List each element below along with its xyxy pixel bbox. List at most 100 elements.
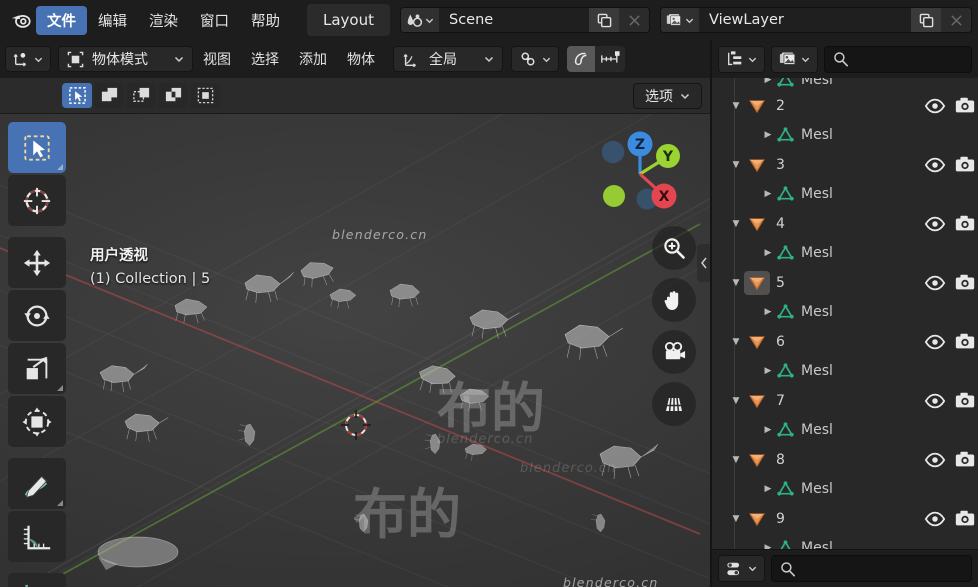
triangle-right-icon[interactable]: ▶ [760,366,776,376]
camera-view-icon[interactable] [652,330,696,374]
zoom-in-icon[interactable] [652,226,696,270]
proportional-edit-icon[interactable] [567,46,595,72]
eye-visibility-icon[interactable] [924,331,946,353]
outliner-filter-selector[interactable] [771,45,818,73]
camera-render-icon[interactable] [954,508,976,530]
menu-render[interactable]: 渲染 [138,6,189,35]
select-subtract-icon[interactable] [126,83,156,108]
viewport-options-button[interactable]: 选项 [633,82,702,109]
scene-close-icon[interactable] [619,8,649,32]
eye-visibility-icon[interactable] [924,213,946,235]
triangle-down-icon[interactable]: ▼ [728,396,744,406]
viewlayer-name[interactable]: ViewLayer [699,8,911,32]
eye-visibility-icon[interactable] [924,95,946,117]
eye-visibility-icon[interactable] [924,154,946,176]
properties-search-input[interactable] [771,555,972,582]
table-row[interactable]: ▼ 4 [712,209,978,239]
eye-visibility-icon[interactable] [924,390,946,412]
navigation-gizmo[interactable]: Z Y X [592,126,688,222]
viewport-canvas[interactable]: 用户透视 (1) Collection | 5 blenderco.cn ble… [0,114,710,587]
menu-file[interactable]: 文件 [36,5,87,35]
transform-orientation-selector[interactable]: 全局 [393,46,503,72]
tweak-select-box-icon[interactable] [8,122,66,173]
mesh-object-icon[interactable] [744,509,770,529]
camera-render-icon[interactable] [954,390,976,412]
camera-render-icon[interactable] [954,95,976,117]
camera-render-icon[interactable] [954,331,976,353]
mode-selector[interactable]: 物体模式 [58,46,193,72]
triangle-right-icon[interactable]: ▶ [760,543,776,549]
cursor-tool-icon[interactable] [8,175,66,226]
select-intersect-icon[interactable] [190,83,220,108]
mesh-object-icon[interactable] [744,450,770,470]
table-row[interactable]: ▼ 2 [712,91,978,121]
menu-edit[interactable]: 编辑 [87,6,138,35]
list-item[interactable]: ▶ Mesl [712,475,978,505]
triangle-down-icon[interactable]: ▼ [728,455,744,465]
triangle-down-icon[interactable]: ▼ [728,219,744,229]
mesh-object-icon[interactable] [744,391,770,411]
mesh-object-icon[interactable] [744,155,770,175]
list-item[interactable]: ▶ Mesl [712,239,978,269]
transform-tool-icon[interactable] [8,396,66,447]
scale-tool-icon[interactable] [8,343,66,394]
triangle-down-icon[interactable]: ▼ [728,337,744,347]
viewlayer-close-icon[interactable] [941,8,971,32]
table-row[interactable]: ▼ 7 [712,386,978,416]
viewlayer-selector[interactable]: ViewLayer [660,7,972,33]
scene-selector[interactable]: Scene [400,7,650,33]
toggle-perspective-icon[interactable] [652,382,696,426]
workspace-tab-layout[interactable]: Layout [307,4,390,36]
viewlayer-copy-icon[interactable] [911,8,941,32]
scene-icon[interactable] [401,8,439,32]
outliner-tree[interactable]: ▶ Mesl ▼ 2 ▶ Mesl ▼ 3 ▶ Mesl ▼ 4 ▶ Mesl … [712,78,978,549]
viewport-menu-add[interactable]: 添加 [289,45,337,73]
triangle-right-icon[interactable]: ▶ [760,189,776,199]
triangle-down-icon[interactable]: ▼ [728,278,744,288]
triangle-right-icon[interactable]: ▶ [760,425,776,435]
list-item[interactable]: ▶ Mesl [712,298,978,328]
mesh-object-icon[interactable] [744,214,770,234]
eye-visibility-icon[interactable] [924,272,946,294]
mesh-object-icon[interactable] [744,96,770,116]
falloff-curve-icon[interactable] [595,46,625,72]
camera-render-icon[interactable] [954,449,976,471]
rotate-tool-icon[interactable] [8,290,66,341]
viewport-sidebar-toggle[interactable] [697,244,710,282]
menu-window[interactable]: 窗口 [189,6,240,35]
move-tool-icon[interactable] [8,237,66,288]
camera-render-icon[interactable] [954,213,976,235]
triangle-right-icon[interactable]: ▶ [760,484,776,494]
triangle-right-icon[interactable]: ▶ [760,307,776,317]
annotate-tool-icon[interactable] [8,458,66,509]
select-extend-icon[interactable] [94,83,124,108]
triangle-right-icon[interactable]: ▶ [760,130,776,140]
hand-pan-icon[interactable] [652,278,696,322]
eye-visibility-icon[interactable] [924,449,946,471]
viewport-menu-view[interactable]: 视图 [193,45,241,73]
table-row[interactable]: ▼ 6 [712,327,978,357]
table-row[interactable]: ▼ 8 [712,445,978,475]
outliner-search-input[interactable] [824,45,972,73]
outliner-display-mode-selector[interactable] [718,45,765,73]
list-item[interactable]: ▶ Mesl [712,180,978,210]
table-row[interactable]: ▼ 9 [712,504,978,534]
triangle-right-icon[interactable]: ▶ [760,78,776,85]
table-row[interactable]: ▼ 3 [712,150,978,180]
viewport-menu-select[interactable]: 选择 [241,45,289,73]
eye-visibility-icon[interactable] [924,508,946,530]
blender-logo-icon[interactable] [6,0,36,40]
triangle-down-icon[interactable]: ▼ [728,101,744,111]
viewlayer-icon[interactable] [661,8,699,32]
list-item[interactable]: ▶ Mesl [712,416,978,446]
menu-help[interactable]: 帮助 [240,6,291,35]
list-item[interactable]: ▶ Mesl [712,534,978,549]
mesh-object-icon[interactable] [744,332,770,352]
scene-name[interactable]: Scene [439,8,589,32]
select-invert-icon[interactable] [158,83,188,108]
select-box-icon[interactable] [62,83,92,108]
camera-render-icon[interactable] [954,154,976,176]
add-cube-tool-icon[interactable] [8,573,66,587]
mesh-object-icon[interactable] [744,270,770,295]
snapping-controls[interactable] [511,46,559,72]
